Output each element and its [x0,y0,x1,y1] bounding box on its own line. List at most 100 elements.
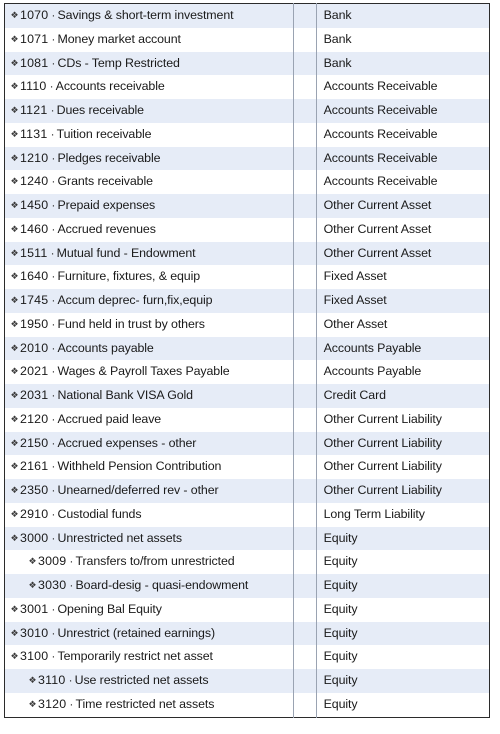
account-name-cell[interactable]: ❖1745 · Accum deprec- furn,fix,equip [4,289,294,313]
account-type-cell[interactable]: Equity [316,574,490,598]
table-row[interactable]: ❖1745 · Accum deprec- furn,fix,equip Fixed… [4,289,490,313]
spacer-cell [293,336,317,361]
account-name-cell[interactable]: ❖2350 · Unearned/deferred rev - other [4,479,294,503]
account-name-cell[interactable]: ❖3009 · Transfers to/from unrestricted [4,550,294,574]
table-row[interactable]: ❖2010 · Accounts payable Accounts Payable [4,336,490,361]
account-type-cell[interactable]: Equity [316,692,490,717]
table-row[interactable]: ❖3001 · Opening Bal Equity Equity [4,597,490,622]
table-row[interactable]: ❖3120 · Time restricted net assets Equity [4,692,490,717]
account-name-cell[interactable]: ❖2150 · Accrued expenses - other [4,431,294,456]
table-row[interactable]: ❖3110 · Use restricted net assets Equity [4,669,490,693]
account-name-cell[interactable]: ❖1240 · Grants receivable [4,170,294,194]
account-name-cell[interactable]: ❖2021 · Wages & Payroll Taxes Payable [4,360,294,384]
account-type-cell[interactable]: Other Asset [316,312,490,337]
account-number: 3010 [20,625,49,640]
account-name-cell[interactable]: ❖1511 · Mutual fund - Endowment [4,241,294,266]
table-row[interactable]: ❖1121 · Dues receivable Accounts Receivabl… [4,99,490,123]
table-row[interactable]: ❖1240 · Grants receivable Accounts Receiva… [4,170,490,194]
table-row[interactable]: ❖1070 · Savings & short-term investment Ba… [4,3,490,28]
account-name-cell[interactable]: ❖3100 · Temporarily restrict net asset [4,645,294,669]
table-row[interactable]: ❖1640 · Furniture, fixtures, & equip Fixed… [4,265,490,289]
table-row[interactable]: ❖3100 · Temporarily restrict net asset Equ… [4,645,490,669]
table-row[interactable]: ❖2120 · Accrued paid leave Other Current L… [4,407,490,432]
account-name-cell[interactable]: ❖3010 · Unrestrict (retained earnings) [4,621,294,646]
account-type-cell[interactable]: Bank [316,3,490,28]
table-row[interactable]: ❖1081 · CDs - Temp Restricted Bank [4,51,490,76]
account-type-cell[interactable]: Other Current Liability [316,407,490,432]
account-type-cell[interactable]: Equity [316,526,490,551]
account-type-cell[interactable]: Accounts Payable [316,360,490,384]
account-type-cell[interactable]: Other Current Liability [316,431,490,456]
table-row[interactable]: ❖3030 · Board-desig - quasi-endowment Equi… [4,574,490,598]
account-type-cell[interactable]: Long Term Liability [316,502,490,527]
account-name-cell[interactable]: ❖2910 · Custodial funds [4,502,294,527]
table-row[interactable]: ❖2150 · Accrued expenses - other Other Cur… [4,431,490,456]
account-type-cell[interactable]: Fixed Asset [316,289,490,313]
account-name-cell[interactable]: ❖2161 · Withheld Pension Contribution [4,455,294,479]
account-name-cell[interactable]: ❖1460 · Accrued revenues [4,217,294,242]
account-title: Board-desig - quasi-endowment [75,578,249,592]
account-type-cell[interactable]: Bank [316,27,490,52]
table-row[interactable]: ❖2021 · Wages & Payroll Taxes Payable Acco… [4,360,490,384]
account-name-cell[interactable]: ❖1110 · Accounts receivable [4,75,294,99]
account-title: Accrued expenses - other [57,435,197,450]
account-name-cell[interactable]: ❖1450 · Prepaid expenses [4,194,294,218]
account-type-cell[interactable]: Accounts Receivable [316,75,490,99]
account-name-cell[interactable]: ❖1070 · Savings & short-term investment [4,3,294,28]
table-row[interactable]: ❖3000 · Unrestricted net assets Equity [4,526,490,551]
account-type-cell[interactable]: Accounts Receivable [316,146,490,171]
account-number: 3000 [20,530,49,545]
account-type-cell[interactable]: Fixed Asset [316,265,490,289]
account-name-cell[interactable]: ❖3000 · Unrestricted net assets [4,526,294,551]
account-name-cell[interactable]: ❖1081 · CDs - Temp Restricted [4,51,294,76]
account-name-cell[interactable]: ❖1071 · Money market account [4,27,294,52]
account-type-cell[interactable]: Bank [316,51,490,76]
account-type-cell[interactable]: Accounts Receivable [316,99,490,123]
table-row[interactable]: ❖2350 · Unearned/deferred rev - other Othe… [4,479,490,503]
account-type-cell[interactable]: Accounts Receivable [316,122,490,147]
table-row[interactable]: ❖1131 · Tuition receivable Accounts Receiv… [4,122,490,147]
account-type-cell[interactable]: Equity [316,550,490,574]
account-name-cell[interactable]: ❖1640 · Furniture, fixtures, & equip [4,265,294,289]
account-name-cell[interactable]: ❖3001 · Opening Bal Equity [4,597,294,622]
account-name-cell[interactable]: ❖2031 · National Bank VISA Gold [4,384,294,408]
table-row[interactable]: ❖2031 · National Bank VISA Gold Credit Car… [4,384,490,408]
table-row[interactable]: ❖3010 · Unrestrict (retained earnings) Equ… [4,621,490,646]
account-separator: · [51,459,56,474]
account-name-cell[interactable]: ❖1950 · Fund held in trust by others [4,312,294,337]
table-row[interactable]: ❖1071 · Money market account Bank [4,27,490,52]
account-name-cell[interactable]: ❖1131 · Tuition receivable [4,122,294,147]
account-type-cell[interactable]: Accounts Payable [316,336,490,361]
account-name-cell[interactable]: ❖2120 · Accrued paid leave [4,407,294,432]
account-type-cell[interactable]: Other Current Asset [316,194,490,218]
account-name-cell[interactable]: ❖3110 · Use restricted net assets [4,669,294,693]
account-type-cell[interactable]: Equity [316,645,490,669]
account-name-cell[interactable]: ❖3120 · Time restricted net assets [4,692,294,717]
table-row[interactable]: ❖2910 · Custodial funds Long Term Liabilit… [4,502,490,527]
account-type-cell[interactable]: Equity [316,669,490,693]
account-type-cell[interactable]: Other Current Liability [316,455,490,479]
account-name-cell[interactable]: ❖2010 · Accounts payable [4,336,294,361]
account-name-cell[interactable]: ❖1210 · Pledges receivable [4,146,294,171]
table-row[interactable]: ❖1460 · Accrued revenues Other Current Ass… [4,217,490,242]
table-row[interactable]: ❖1450 · Prepaid expenses Other Current Ass… [4,194,490,218]
table-row[interactable]: ❖1110 · Accounts receivable Accounts Recei… [4,75,490,99]
table-row[interactable]: ❖1511 · Mutual fund - Endowment Other Curr… [4,241,490,266]
account-type-cell[interactable]: Equity [316,597,490,622]
account-type-cell[interactable]: Other Current Asset [316,217,490,242]
table-row[interactable]: ❖3009 · Transfers to/from unrestricted Equ… [4,550,490,574]
table-row[interactable]: ❖1950 · Fund held in trust by others Other… [4,312,490,337]
account-type-cell[interactable]: Equity [316,621,490,646]
account-type-cell[interactable]: Other Current Liability [316,479,490,503]
account-name-cell[interactable]: ❖1121 · Dues receivable [4,99,294,123]
table-row[interactable]: ❖1210 · Pledges receivable Accounts Receiv… [4,146,490,171]
account-separator: · [68,673,73,687]
account-separator: · [51,221,56,236]
account-type-cell[interactable]: Accounts Receivable [316,170,490,194]
table-row[interactable]: ❖2161 · Withheld Pension Contribution Othe… [4,455,490,479]
account-name-cell[interactable]: ❖3030 · Board-desig - quasi-endowment [4,574,294,598]
diamond-bullet-icon: ❖ [10,318,19,329]
account-type-cell[interactable]: Other Current Asset [316,241,490,266]
account-type-cell[interactable]: Credit Card [316,384,490,408]
diamond-bullet-icon: ❖ [10,128,19,139]
